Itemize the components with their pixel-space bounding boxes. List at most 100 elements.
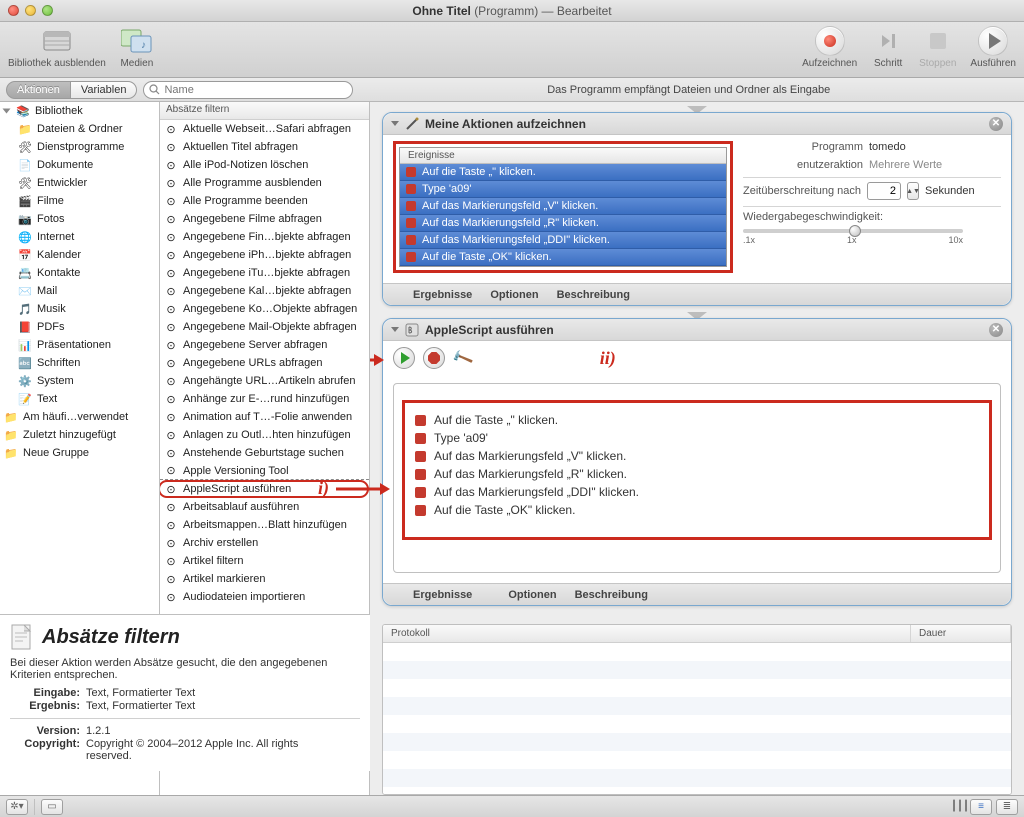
- category-icon: 📅: [18, 248, 32, 262]
- action-list-item[interactable]: ⊙Anstehende Geburtstage suchen: [160, 444, 369, 462]
- category-icon: 🎵: [18, 302, 32, 316]
- card1-tab-options[interactable]: Optionen: [490, 289, 538, 301]
- recorded-event-row[interactable]: Auf das Markierungsfeld „V" klicken.: [400, 198, 726, 215]
- script-body[interactable]: Auf die Taste „" klicken.Type 'a09'Auf d…: [393, 383, 1001, 573]
- library-item[interactable]: 📄Dokumente: [0, 156, 159, 174]
- action-item-label: Angegebene Ko…Objekte abfragen: [183, 303, 357, 315]
- toggle-desc-button[interactable]: ▭: [41, 799, 63, 815]
- library-item[interactable]: ✉️Mail: [0, 282, 159, 300]
- action-list-item[interactable]: ⊙AppleScript ausführen: [160, 480, 369, 498]
- recorded-event-row[interactable]: Type 'a09': [400, 181, 726, 198]
- step-button[interactable]: Schritt: [871, 26, 905, 69]
- library-root[interactable]: 📚 Bibliothek: [0, 102, 159, 120]
- action-list-item[interactable]: ⊙Anlagen zu Outl…hten hinzufügen: [160, 426, 369, 444]
- action-list-item[interactable]: ⊙Arbeitsmappen…Blatt hinzufügen: [160, 516, 369, 534]
- action-list-item[interactable]: ⊙Artikel markieren: [160, 570, 369, 588]
- action-list-item[interactable]: ⊙Angegebene Filme abfragen: [160, 210, 369, 228]
- card2-tab-results[interactable]: Ergebnisse: [413, 589, 472, 601]
- library-item[interactable]: 📇Kontakte: [0, 264, 159, 282]
- library-item[interactable]: 📕PDFs: [0, 318, 159, 336]
- action-list-item[interactable]: ⊙Aktuelle Webseit…Safari abfragen: [160, 120, 369, 138]
- action-list-item[interactable]: ⊙Angegebene iTu…bjekte abfragen: [160, 264, 369, 282]
- script-stop-button[interactable]: [423, 347, 445, 369]
- action-list-item[interactable]: ⊙Angegebene Ko…Objekte abfragen: [160, 300, 369, 318]
- card2-tab-desc[interactable]: Beschreibung: [575, 589, 648, 601]
- library-smart-item[interactable]: 📁Am häufi…verwendet: [0, 408, 159, 426]
- event-icon: [406, 167, 416, 177]
- library-item[interactable]: 🔤Schriften: [0, 354, 159, 372]
- category-icon: 🛠: [18, 176, 32, 190]
- compile-button[interactable]: 🔨: [450, 346, 475, 370]
- log-col-protokoll[interactable]: Protokoll: [383, 625, 911, 642]
- action-list-item[interactable]: ⊙Angegebene iPh…bjekte abfragen: [160, 246, 369, 264]
- timeout-stepper[interactable]: ▲▼: [907, 182, 919, 200]
- event-icon: [406, 252, 416, 262]
- library-item[interactable]: 📝Text: [0, 390, 159, 408]
- search-input[interactable]: [143, 81, 353, 99]
- timeout-input[interactable]: [867, 182, 901, 200]
- action-item-label: Angegebene Mail-Objekte abfragen: [183, 321, 357, 333]
- library-item[interactable]: 🎬Filme: [0, 192, 159, 210]
- library-item[interactable]: 📊Präsentationen: [0, 336, 159, 354]
- recorded-event-row[interactable]: Auf die Taste „" klicken.: [400, 164, 726, 181]
- library-smart-item[interactable]: 📁Neue Gruppe: [0, 444, 159, 462]
- recorded-event-row[interactable]: Auf das Markierungsfeld „R" klicken.: [400, 215, 726, 232]
- tab-actions[interactable]: Aktionen: [6, 81, 71, 99]
- library-item[interactable]: 📷Fotos: [0, 210, 159, 228]
- desc-title-text: Absätze filtern: [42, 626, 180, 649]
- view-log-button[interactable]: ≣: [996, 799, 1018, 815]
- card1-tab-results[interactable]: Ergebnisse: [413, 289, 472, 301]
- media-button[interactable]: ♪ Medien: [120, 26, 154, 69]
- library-item[interactable]: 🎵Musik: [0, 300, 159, 318]
- log-body: [383, 643, 1011, 794]
- library-item[interactable]: 🛠Entwickler: [0, 174, 159, 192]
- action-list-item[interactable]: ⊙Angegebene URLs abfragen: [160, 354, 369, 372]
- card1-tab-desc[interactable]: Beschreibung: [557, 289, 630, 301]
- library-item[interactable]: 🌐Internet: [0, 228, 159, 246]
- card1-header[interactable]: Meine Aktionen aufzeichnen ✕: [383, 113, 1011, 135]
- action-list-item[interactable]: ⊙Angegebene Kal…bjekte abfragen: [160, 282, 369, 300]
- action-list-item[interactable]: ⊙Arbeitsablauf ausführen: [160, 498, 369, 516]
- library-item[interactable]: 📁Dateien & Ordner: [0, 120, 159, 138]
- action-list-item[interactable]: ⊙Alle Programme beenden: [160, 192, 369, 210]
- action-list-item[interactable]: ⊙Archiv erstellen: [160, 534, 369, 552]
- record-button[interactable]: Aufzeichnen: [802, 26, 857, 69]
- log-col-dauer[interactable]: Dauer: [911, 625, 1011, 642]
- action-list-item[interactable]: ⊙Aktuellen Titel abfragen: [160, 138, 369, 156]
- script-run-button[interactable]: [393, 347, 415, 369]
- close-card-icon[interactable]: ✕: [989, 117, 1003, 131]
- recorded-event-row[interactable]: Auf das Markierungsfeld „DDI" klicken.: [400, 232, 726, 249]
- close-card-icon[interactable]: ✕: [989, 323, 1003, 337]
- action-list-item[interactable]: ⊙Angehängte URL…Artikeln abrufen: [160, 372, 369, 390]
- action-list-item[interactable]: ⊙Artikel filtern: [160, 552, 369, 570]
- library-smart-item[interactable]: 📁Zuletzt hinzugefügt: [0, 426, 159, 444]
- script-event-row: Auf die Taste „OK" klicken.: [415, 501, 979, 519]
- slider-thumb-icon[interactable]: [849, 225, 861, 237]
- gear-menu-button[interactable]: ✲▾: [6, 799, 28, 815]
- split-handle-icon[interactable]: ┃┃┃: [954, 799, 966, 815]
- action-list-item[interactable]: ⊙Angegebene Mail-Objekte abfragen: [160, 318, 369, 336]
- card2-tab-options[interactable]: Optionen: [508, 589, 556, 601]
- record-params: Programmtomedo enutzeraktionMehrere Wert…: [743, 141, 1001, 273]
- action-list-item[interactable]: ⊙Audiodateien importieren: [160, 588, 369, 606]
- recorded-event-row[interactable]: Auf die Taste „OK" klicken.: [400, 249, 726, 266]
- tab-variables[interactable]: Variablen: [71, 81, 138, 99]
- action-icon: ⊙: [164, 518, 178, 532]
- view-list-button[interactable]: ≡: [970, 799, 992, 815]
- library-item[interactable]: 📅Kalender: [0, 246, 159, 264]
- run-button[interactable]: Ausführen: [970, 26, 1016, 69]
- hide-library-button[interactable]: Bibliothek ausblenden: [8, 26, 106, 69]
- action-list-item[interactable]: ⊙Animation auf T…-Folie anwenden: [160, 408, 369, 426]
- tick-min: .1x: [743, 235, 755, 245]
- action-list-item[interactable]: ⊙Angegebene Fin…bjekte abfragen: [160, 228, 369, 246]
- action-list-item[interactable]: ⊙Alle iPod-Notizen löschen: [160, 156, 369, 174]
- action-list-item[interactable]: ⊙Angegebene Server abfragen: [160, 336, 369, 354]
- action-list-item[interactable]: ⊙Apple Versioning Tool: [160, 462, 369, 480]
- stop-button: Stoppen: [919, 26, 956, 69]
- action-list-item[interactable]: ⊙Alle Programme ausblenden: [160, 174, 369, 192]
- card2-header[interactable]: AppleScript ausführen ✕: [383, 319, 1011, 341]
- library-item[interactable]: ⚙️System: [0, 372, 159, 390]
- library-item[interactable]: 🛠Dienstprogramme: [0, 138, 159, 156]
- action-list-item[interactable]: ⊙Anhänge zur E-…rund hinzufügen: [160, 390, 369, 408]
- speed-slider[interactable]: .1x1x10x: [743, 229, 1001, 245]
